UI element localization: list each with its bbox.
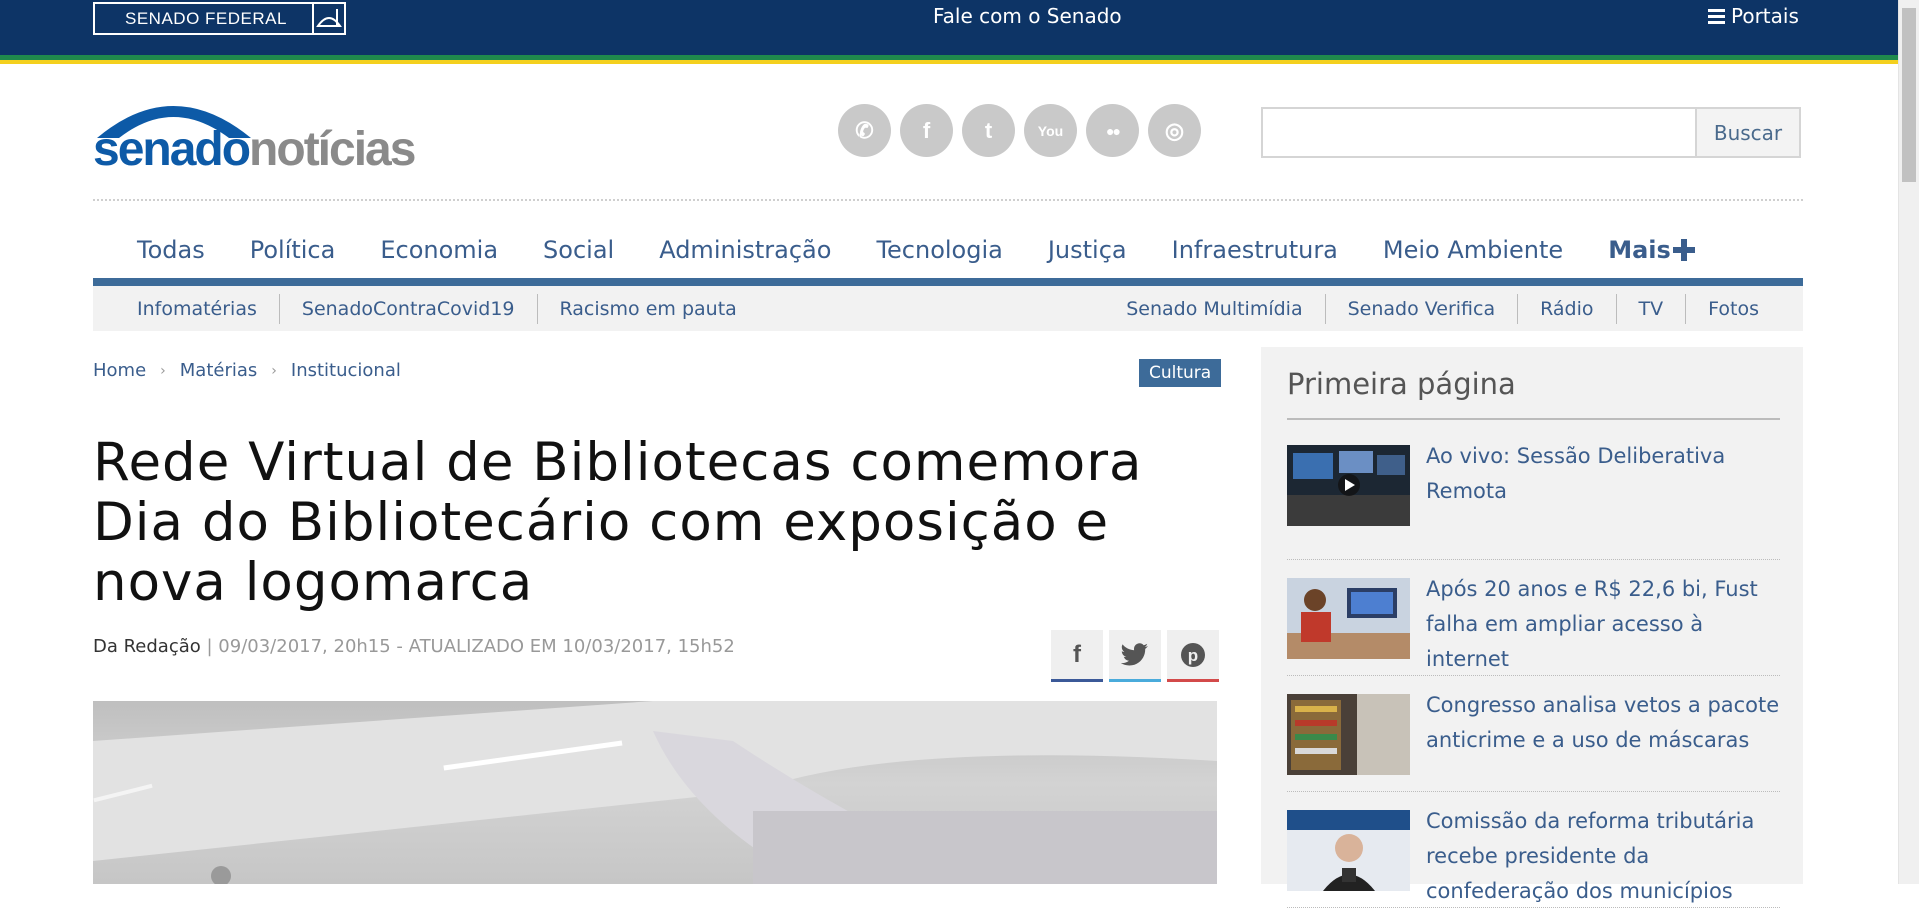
nav-meio-ambiente[interactable]: Meio Ambiente xyxy=(1383,236,1563,264)
sub-nav: Infomatérias SenadoContraCovid19 Racismo… xyxy=(93,286,1803,331)
breadcrumb: Home › Matérias › Institucional xyxy=(93,360,401,381)
article-meta: Da Redação | 09/03/2017, 20h15 - ATUALIZ… xyxy=(93,636,735,657)
vertical-scrollbar[interactable] xyxy=(1898,0,1919,884)
article-author: Da Redação xyxy=(93,636,201,657)
news-title[interactable]: Ao vivo: Sessão Deliberativa Remota xyxy=(1426,439,1780,559)
chevron-right-icon: › xyxy=(271,362,277,379)
news-item[interactable]: Congresso analisa vetos a pacote anticri… xyxy=(1287,676,1780,792)
news-title[interactable]: Após 20 anos e R$ 22,6 bi, Fust falha em… xyxy=(1426,572,1780,675)
category-tag[interactable]: Cultura xyxy=(1139,359,1222,387)
senado-federal-label: SENADO FEDERAL xyxy=(125,8,287,28)
social-links: ✆ f t You ●● ◎ xyxy=(838,104,1201,157)
instagram-icon[interactable]: ◎ xyxy=(1148,104,1201,157)
subnav-senado-multimidia[interactable]: Senado Multimídia xyxy=(1104,294,1324,324)
top-bar: SENADO FEDERAL Fale com o Senado Portais xyxy=(0,0,1898,55)
chevron-right-icon: › xyxy=(160,362,166,379)
search-box: Buscar xyxy=(1261,107,1801,158)
nav-underline xyxy=(93,278,1803,286)
article-date: | 09/03/2017, 20h15 - ATUALIZADO EM 10/0… xyxy=(206,636,735,657)
scrollbar-thumb[interactable] xyxy=(1902,8,1916,182)
facebook-icon[interactable]: f xyxy=(900,104,953,157)
flickr-icon[interactable]: ●● xyxy=(1086,104,1139,157)
header-divider xyxy=(93,199,1803,201)
subnav-fotos[interactable]: Fotos xyxy=(1685,293,1803,324)
subnav-racismo-em-pauta[interactable]: Racismo em pauta xyxy=(536,293,759,324)
logo-noticias-text: notícias xyxy=(249,123,416,176)
sidebar-rule xyxy=(1287,418,1780,420)
pinterest-share-icon[interactable]: p xyxy=(1167,630,1219,682)
nav-todas[interactable]: Todas xyxy=(137,236,205,264)
news-thumbnail[interactable] xyxy=(1287,694,1410,775)
senado-federal-link[interactable]: SENADO FEDERAL xyxy=(93,2,346,35)
logo-senado-text: senado xyxy=(93,123,251,176)
sidebar-heading: Primeira página xyxy=(1287,367,1516,401)
nav-infraestrutura[interactable]: Infraestrutura xyxy=(1172,236,1338,264)
fale-com-o-senado-link[interactable]: Fale com o Senado xyxy=(933,4,1122,28)
breadcrumb-home[interactable]: Home xyxy=(93,360,146,381)
nav-social[interactable]: Social xyxy=(543,236,614,264)
news-title[interactable]: Congresso analisa vetos a pacote anticri… xyxy=(1426,688,1780,791)
news-title[interactable]: Comissão da reforma tributária recebe pr… xyxy=(1426,804,1780,907)
search-button[interactable]: Buscar xyxy=(1695,109,1799,156)
flag-stripe-yellow xyxy=(0,60,1898,64)
youtube-icon[interactable]: You xyxy=(1024,104,1077,157)
subnav-senado-verifica[interactable]: Senado Verifica xyxy=(1324,293,1518,324)
facebook-share-icon[interactable]: f xyxy=(1051,630,1103,682)
nav-politica[interactable]: Política xyxy=(250,236,336,264)
sidebar-primeira-pagina: Primeira página Ao vivo: Sessão Delibera… xyxy=(1261,347,1803,908)
mais-label: Mais xyxy=(1608,236,1671,264)
subnav-tv[interactable]: TV xyxy=(1615,293,1686,324)
news-list: Ao vivo: Sessão Deliberativa Remota Após… xyxy=(1287,444,1780,908)
nav-administracao[interactable]: Administração xyxy=(659,236,831,264)
share-buttons: f p xyxy=(1051,630,1219,682)
main-nav: Todas Política Economia Social Administr… xyxy=(93,220,1803,280)
search-input[interactable] xyxy=(1263,109,1695,156)
portais-menu[interactable]: Portais xyxy=(1708,4,1799,28)
breadcrumb-materias[interactable]: Matérias xyxy=(180,360,258,381)
news-thumbnail[interactable] xyxy=(1287,578,1410,659)
news-item[interactable]: Após 20 anos e R$ 22,6 bi, Fust falha em… xyxy=(1287,560,1780,676)
news-thumbnail[interactable] xyxy=(1287,810,1410,891)
article-hero-image xyxy=(93,701,1217,884)
twitter-share-icon[interactable] xyxy=(1109,630,1161,682)
breadcrumb-institucional[interactable]: Institucional xyxy=(291,360,401,381)
congress-dome-icon xyxy=(312,4,344,33)
article-title: Rede Virtual de Bibliotecas comemora Dia… xyxy=(93,432,1143,613)
nav-economia[interactable]: Economia xyxy=(380,236,498,264)
nav-justica[interactable]: Justiça xyxy=(1048,236,1127,264)
news-item[interactable]: Comissão da reforma tributária recebe pr… xyxy=(1287,792,1780,908)
portais-label: Portais xyxy=(1731,4,1799,28)
twitter-icon[interactable]: t xyxy=(962,104,1015,157)
nav-tecnologia[interactable]: Tecnologia xyxy=(876,236,1002,264)
news-thumbnail[interactable] xyxy=(1287,445,1410,526)
senado-noticias-logo[interactable]: senadonotícias xyxy=(93,92,433,174)
news-item[interactable]: Ao vivo: Sessão Deliberativa Remota xyxy=(1287,444,1780,560)
subnav-radio[interactable]: Rádio xyxy=(1517,293,1615,324)
whatsapp-icon[interactable]: ✆ xyxy=(838,104,891,157)
plus-icon xyxy=(1672,239,1695,261)
subnav-senadocontracovid19[interactable]: SenadoContraCovid19 xyxy=(278,293,537,324)
subnav-infomaterias[interactable]: Infomatérias xyxy=(93,294,279,324)
svg-text:p: p xyxy=(1188,646,1198,665)
nav-mais[interactable]: Mais xyxy=(1608,236,1695,264)
hamburger-icon xyxy=(1708,8,1725,24)
